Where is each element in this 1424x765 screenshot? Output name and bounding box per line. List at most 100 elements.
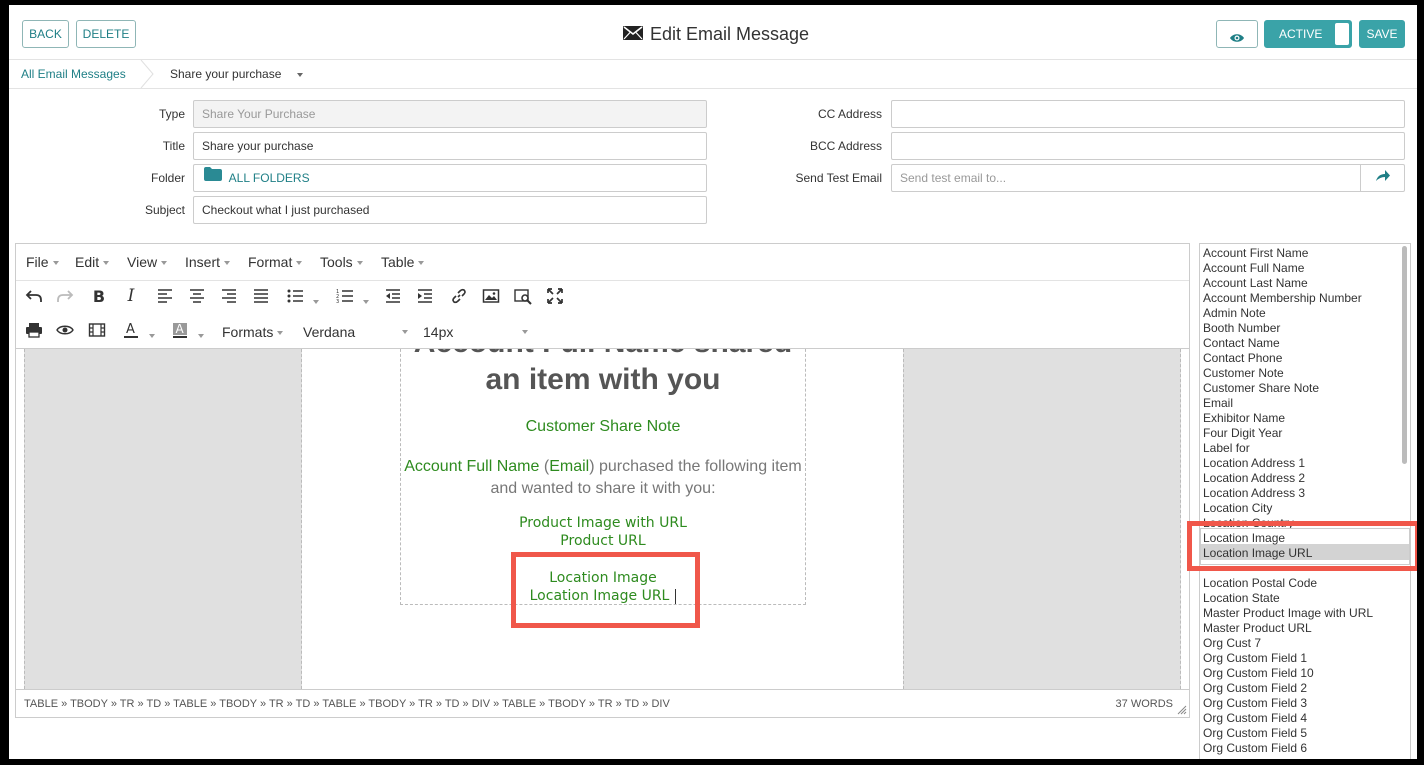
- chevron-down-icon[interactable]: [145, 328, 155, 342]
- email-merge-field: Email: [549, 458, 590, 475]
- menu-view[interactable]: View: [127, 254, 168, 270]
- undo-icon[interactable]: [23, 285, 45, 307]
- send-test-label: Send Test Email: [795, 171, 883, 185]
- merge-field-list[interactable]: Account First Name Account Full Name Accou…: [1199, 243, 1411, 759]
- menu-file[interactable]: File: [26, 254, 59, 270]
- folder-field[interactable]: ALL FOLDERS: [193, 164, 707, 192]
- merge-field-item[interactable]: Account Last Name: [1203, 276, 1308, 291]
- merge-field-item[interactable]: Account Membership Number: [1203, 291, 1362, 306]
- menu-tools[interactable]: Tools: [320, 254, 363, 270]
- font-size-select[interactable]: 14px: [423, 324, 528, 340]
- purchase-paragraph: Account Full Name (Email) purchased the …: [400, 456, 806, 500]
- merge-field-item[interactable]: Org Custom Field 1: [1203, 651, 1307, 666]
- fullscreen-icon[interactable]: [544, 285, 566, 307]
- merge-field-item[interactable]: Location Address 3: [1203, 486, 1305, 501]
- merge-field-item[interactable]: Location Address 1: [1203, 456, 1305, 471]
- merge-field-item[interactable]: Org Custom Field 4: [1203, 711, 1307, 726]
- bullet-list-icon[interactable]: [284, 285, 306, 307]
- merge-field-item[interactable]: Org Custom Field 3: [1203, 696, 1307, 711]
- svg-text:3: 3: [336, 299, 339, 305]
- page-title-text: Edit Email Message: [650, 23, 810, 44]
- merge-field-item[interactable]: Booth Number: [1203, 321, 1280, 336]
- merge-field-item[interactable]: Location City: [1203, 501, 1272, 516]
- italic-icon[interactable]: I: [120, 285, 142, 307]
- svg-text:A: A: [126, 322, 135, 337]
- bcc-label: BCC Address: [809, 139, 882, 153]
- merge-field-item[interactable]: Location Address 2: [1203, 471, 1305, 486]
- find-replace-icon[interactable]: [512, 285, 534, 307]
- app-window: BACK DELETE Edit Email Message ACTIVE SA…: [9, 5, 1417, 759]
- align-right-icon[interactable]: [218, 285, 240, 307]
- chevron-down-icon: [296, 72, 303, 77]
- subject-field[interactable]: Checkout what I just purchased: [193, 196, 707, 224]
- menu-table[interactable]: Table: [381, 254, 425, 270]
- indent-icon[interactable]: [414, 285, 436, 307]
- divider: [16, 689, 1189, 690]
- save-button[interactable]: SAVE: [1359, 20, 1405, 48]
- merge-field-item[interactable]: Contact Name: [1203, 336, 1280, 351]
- chevron-down-icon[interactable]: [194, 328, 204, 342]
- title-field[interactable]: Share your purchase: [193, 132, 707, 160]
- editor-content[interactable]: Account Full Name shared an item with yo…: [16, 349, 1189, 689]
- merge-field-item[interactable]: Label for: [1203, 441, 1250, 456]
- print-icon[interactable]: [23, 319, 45, 341]
- back-button[interactable]: BACK: [22, 20, 69, 48]
- align-justify-icon[interactable]: [250, 285, 272, 307]
- align-left-icon[interactable]: [154, 285, 176, 307]
- link-icon[interactable]: [448, 285, 470, 307]
- merge-field-item[interactable]: Account Full Name: [1203, 261, 1304, 276]
- product-image-merge-field: Product Image with URL: [519, 515, 687, 531]
- menu-insert[interactable]: Insert: [185, 254, 231, 270]
- folder-icon: [204, 164, 222, 190]
- menu-format[interactable]: Format: [248, 254, 303, 270]
- scrollbar-thumb[interactable]: [1402, 246, 1407, 464]
- merge-field-item[interactable]: Master Product URL: [1203, 621, 1312, 636]
- bold-icon[interactable]: B: [88, 285, 110, 307]
- folder-label: Folder: [150, 171, 185, 185]
- merge-field-item[interactable]: Org Cust 7: [1203, 636, 1261, 651]
- merge-field-item[interactable]: Account First Name: [1203, 246, 1308, 261]
- merge-field-item[interactable]: Org Custom Field 10: [1203, 666, 1314, 681]
- align-center-icon[interactable]: [186, 285, 208, 307]
- formats-dropdown[interactable]: Formats: [222, 324, 284, 340]
- image-icon[interactable]: [480, 285, 502, 307]
- merge-field-item[interactable]: Customer Note: [1203, 366, 1284, 381]
- merge-field-item[interactable]: Email: [1203, 396, 1233, 411]
- merge-field-item[interactable]: Exhibitor Name: [1203, 411, 1285, 426]
- font-family-select[interactable]: Verdana: [303, 324, 408, 340]
- preview-button[interactable]: [1216, 20, 1258, 48]
- merge-field-item[interactable]: Org Custom Field 2: [1203, 681, 1307, 696]
- merge-field-item[interactable]: Admin Note: [1203, 306, 1266, 321]
- delete-button[interactable]: DELETE: [76, 20, 136, 48]
- bcc-field[interactable]: [891, 132, 1405, 160]
- cc-label: CC Address: [817, 107, 882, 121]
- merge-field-item[interactable]: Org Custom Field 5: [1203, 726, 1307, 741]
- redo-icon[interactable]: [54, 285, 76, 307]
- outdent-icon[interactable]: [382, 285, 404, 307]
- active-toggle[interactable]: ACTIVE: [1264, 20, 1352, 48]
- merge-field-item[interactable]: Master Product Image with URL: [1203, 606, 1373, 621]
- numbered-list-icon[interactable]: 123: [334, 285, 356, 307]
- background-color-icon[interactable]: A: [169, 319, 191, 341]
- send-test-input[interactable]: Send test email to...: [891, 164, 1361, 192]
- cc-field[interactable]: [891, 100, 1405, 128]
- text-color-icon[interactable]: A: [120, 319, 142, 341]
- merge-field-item[interactable]: Customer Share Note: [1203, 381, 1319, 396]
- merge-field-item[interactable]: Location State: [1203, 591, 1280, 606]
- title-label: Title: [162, 139, 185, 153]
- chevron-down-icon[interactable]: [359, 294, 369, 308]
- preview-eye-icon[interactable]: [54, 319, 76, 341]
- breadcrumb-root[interactable]: All Email Messages: [21, 67, 126, 81]
- chevron-down-icon[interactable]: [309, 294, 319, 308]
- merge-field-item[interactable]: Org Custom Field 6: [1203, 741, 1307, 756]
- merge-field-item[interactable]: Contact Phone: [1203, 351, 1282, 366]
- menu-edit[interactable]: Edit: [75, 254, 110, 270]
- merge-field-item[interactable]: Location Postal Code: [1203, 576, 1317, 591]
- breadcrumb-current[interactable]: Share your purchase: [170, 67, 303, 81]
- active-toggle-label: ACTIVE: [1279, 27, 1323, 41]
- highlight-box-sidebar: [1187, 521, 1417, 571]
- resize-handle-icon[interactable]: [1177, 704, 1187, 715]
- merge-field-item[interactable]: Four Digit Year: [1203, 426, 1282, 441]
- send-test-button[interactable]: [1360, 164, 1405, 192]
- media-icon[interactable]: [86, 319, 108, 341]
